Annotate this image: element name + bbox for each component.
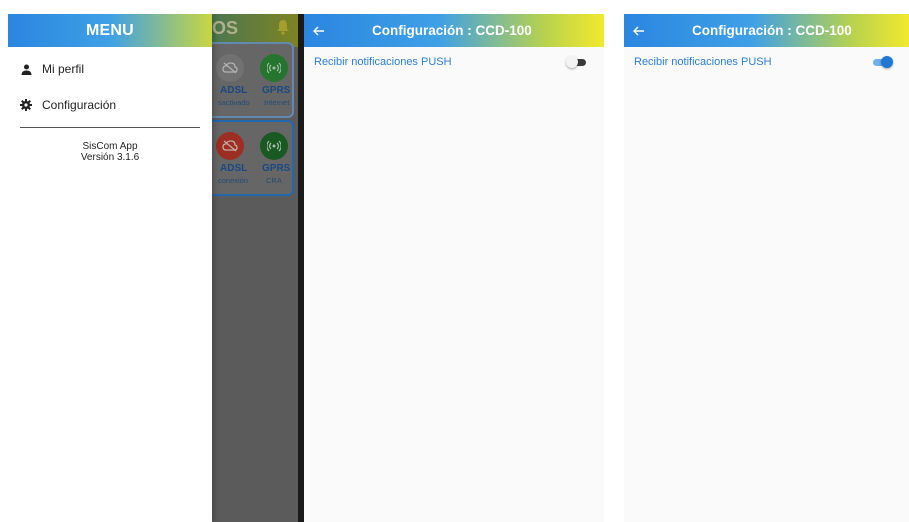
setting-label: Recibir notificaciones PUSH — [314, 56, 452, 68]
app-bar: Configuración : CCD-100 — [624, 14, 909, 47]
push-notifications-setting: Recibir notificaciones PUSH — [624, 51, 909, 73]
drawer-divider — [20, 127, 200, 128]
drawer-title: MENU — [86, 21, 134, 39]
drawer-screen: OS ADSL GPRS sactivado Internet ADSL GPR… — [8, 14, 298, 522]
app-bar: Configuración : CCD-100 — [304, 14, 604, 47]
page-title: Configuración : CCD-100 — [692, 23, 852, 38]
gear-icon — [20, 99, 32, 111]
config-screen-push-off: Configuración : CCD-100 Recibir notifica… — [304, 14, 604, 522]
app-version: Versión 3.1.6 — [80, 152, 140, 163]
drawer-item-label: Mi perfil — [42, 62, 85, 76]
app-info: SisCom App Versión 3.1.6 — [8, 141, 212, 163]
toggle-thumb — [881, 56, 893, 68]
push-toggle[interactable] — [566, 56, 588, 68]
app-name: SisCom App — [82, 141, 138, 152]
push-notifications-setting: Recibir notificaciones PUSH — [304, 51, 604, 73]
page-title: Configuración : CCD-100 — [372, 23, 532, 38]
drawer-item-label: Configuración — [42, 98, 117, 112]
drawer-item-mi-perfil[interactable]: Mi perfil — [8, 51, 212, 87]
back-arrow-icon[interactable] — [624, 14, 654, 47]
drawer-item-configuracion[interactable]: Configuración — [8, 87, 212, 123]
push-toggle[interactable] — [871, 56, 893, 68]
drawer-header: MENU — [8, 14, 212, 47]
setting-label: Recibir notificaciones PUSH — [634, 56, 772, 68]
back-arrow-icon[interactable] — [304, 14, 334, 47]
navigation-drawer: MENU Mi perfil Configuración SisCom App … — [8, 14, 212, 522]
person-icon — [20, 63, 32, 75]
toggle-thumb — [566, 56, 578, 68]
config-screen-push-on: Configuración : CCD-100 Recibir notifica… — [624, 14, 909, 522]
